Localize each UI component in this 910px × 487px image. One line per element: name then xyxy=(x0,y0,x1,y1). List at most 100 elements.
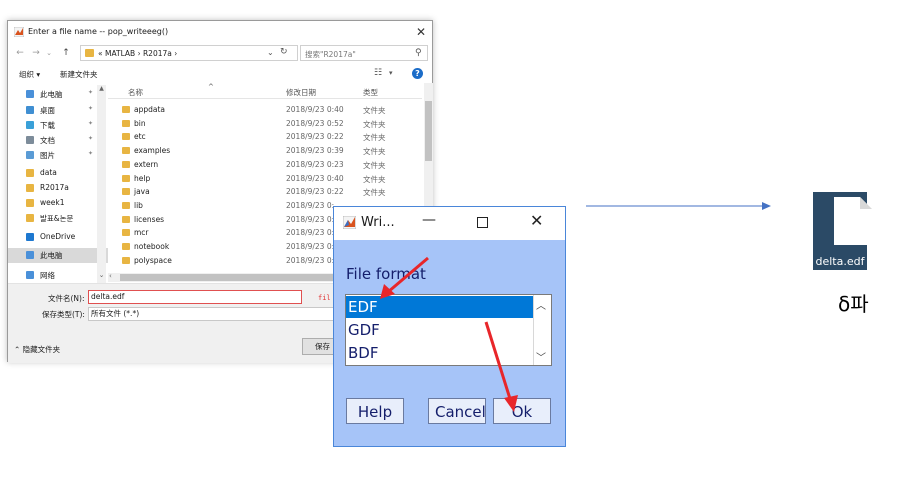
file-date: 2018/9/23 0: xyxy=(286,242,335,251)
matlab-icon xyxy=(14,27,24,37)
file-row[interactable]: help 2018/9/23 0:40 文件夹 xyxy=(108,172,422,186)
sidebar-item[interactable]: 下载 ✦ xyxy=(8,118,108,133)
close-icon[interactable]: ✕ xyxy=(413,24,429,40)
view-options-icon[interactable]: ☷ xyxy=(374,68,382,78)
folder-icon xyxy=(85,49,94,57)
close-icon[interactable]: ✕ xyxy=(530,211,543,230)
ok-button[interactable]: Ok xyxy=(493,398,551,424)
format-option-bdf[interactable]: BDF xyxy=(346,342,533,364)
filename-input[interactable]: delta.edf xyxy=(88,290,302,304)
sidebar-item[interactable]: OneDrive xyxy=(8,230,108,245)
file-row[interactable]: bin 2018/9/23 0:52 文件夹 xyxy=(108,117,422,131)
folder-icon xyxy=(122,133,130,141)
chevron-up-icon[interactable]: ︿ xyxy=(536,297,546,312)
file-name: examples xyxy=(134,146,171,156)
file-row[interactable]: examples 2018/9/23 0:39 文件夹 xyxy=(108,144,422,158)
sidebar-item[interactable]: data xyxy=(8,166,108,181)
format-option-edf[interactable]: EDF xyxy=(346,296,533,318)
sidebar-item[interactable]: 此电脑 ✦ xyxy=(8,87,108,102)
file-name: polyspace xyxy=(134,255,172,265)
sidebar-item[interactable]: 桌面 ✦ xyxy=(8,103,108,118)
write-format-dialog: Wri... — ✕ File format EDF GDF BDF ︿ ﹀ Hel… xyxy=(333,206,566,447)
breadcrumb[interactable]: « MATLAB › R2017a › xyxy=(98,49,177,58)
recent-dropdown-icon[interactable]: ⌄ xyxy=(43,47,55,59)
scroll-down-icon[interactable]: ⌄ xyxy=(97,271,106,279)
column-header-type[interactable]: 类型 xyxy=(363,87,378,98)
file-date: 2018/9/23 0:39 xyxy=(286,146,344,156)
help-icon[interactable]: ? xyxy=(412,68,423,79)
sidebar-item[interactable]: week1 xyxy=(8,196,108,211)
column-header-date[interactable]: 修改日期 xyxy=(286,87,316,98)
scroll-left-icon[interactable]: ‹ xyxy=(109,272,112,280)
folder-icon xyxy=(122,188,130,196)
sidebar-item-label: 발표&논문 xyxy=(40,214,74,223)
file-date: 2018/9/23 0:40 xyxy=(286,105,344,114)
file-name: mcr xyxy=(134,228,149,238)
forward-arrow-icon[interactable]: → xyxy=(30,47,42,59)
chevron-down-icon[interactable]: ﹀ xyxy=(536,349,546,364)
format-option-gdf[interactable]: GDF xyxy=(346,319,533,341)
sidebar-item[interactable]: 网络 xyxy=(8,268,108,283)
sidebar-item[interactable]: R2017a xyxy=(8,181,108,196)
organize-button[interactable]: 组织 ▾ xyxy=(19,69,40,80)
dialog-title-bar: Enter a file name -- pop_writeeeg() ✕ xyxy=(8,21,432,43)
help-button[interactable]: Help xyxy=(346,398,404,424)
result-file-name: delta.edf xyxy=(815,255,865,268)
new-folder-button[interactable]: 新建文件夹 xyxy=(60,69,98,80)
file-date: 2018/9/23 0:40 xyxy=(286,173,344,183)
navigation-pane: 此电脑 ✦ 桌面 ✦ 下载 ✦ 文档 ✦ 图片 ✦ data R2017a week1 발표&논문 OneD… xyxy=(8,83,108,283)
chevron-down-icon[interactable]: ▾ xyxy=(389,69,393,77)
sidebar-item[interactable]: 此电脑 xyxy=(8,248,108,263)
file-date: 2018/9/23 0:22 xyxy=(286,132,344,142)
folder-icon xyxy=(26,214,34,222)
navigation-bar: ← → ⌄ ↑ « MATLAB › R2017a › ⌄ ↻ 搜索"R2017… xyxy=(8,43,432,63)
refresh-icon[interactable]: ↻ xyxy=(280,47,288,57)
folder-icon xyxy=(122,215,130,223)
save-type-select[interactable]: 所有文件 (*.*) xyxy=(88,307,334,321)
file-row[interactable]: etc 2018/9/23 0:22 文件夹 xyxy=(108,130,422,144)
file-name: notebook xyxy=(134,242,170,251)
file-format-label: File format xyxy=(346,265,426,283)
up-arrow-icon[interactable]: ↑ xyxy=(60,47,72,59)
file-row[interactable]: extern 2018/9/23 0:23 文件夹 xyxy=(108,158,422,172)
file-name: licenses xyxy=(134,214,165,224)
address-bar[interactable]: « MATLAB › R2017a › ⌄ ↻ xyxy=(80,45,298,61)
cancel-button[interactable]: Cancel xyxy=(428,398,486,424)
folder-icon xyxy=(26,169,34,177)
file-name: help xyxy=(134,173,151,183)
file-type: 文件夹 xyxy=(363,160,386,170)
dialog-title: Enter a file name -- pop_writeeeg() xyxy=(28,27,169,36)
result-file-tile[interactable]: delta.edf xyxy=(813,192,872,270)
file-row[interactable]: appdata 2018/9/23 0:40 文件夹 xyxy=(108,103,422,117)
scroll-up-icon[interactable]: ▲ xyxy=(97,85,106,92)
filename-overflow-text: fil xyxy=(318,294,331,302)
sidebar-item-label: 图片 xyxy=(40,151,55,160)
maximize-icon[interactable] xyxy=(477,217,488,228)
hide-folders-toggle[interactable]: ⌃ 隐藏文件夹 xyxy=(14,344,60,355)
back-arrow-icon[interactable]: ← xyxy=(14,47,26,59)
folder-icon xyxy=(26,271,34,279)
sidebar-item[interactable]: 图片 ✦ xyxy=(8,148,108,163)
column-header-name[interactable]: 名称 xyxy=(128,87,143,98)
file-date: 2018/9/23 0: xyxy=(286,228,335,238)
sidebar-item-label: data xyxy=(40,168,57,177)
search-input[interactable]: 搜索"R2017a" ⚲ xyxy=(300,45,428,61)
document-file-icon xyxy=(834,197,872,245)
sidebar-item[interactable]: 발표&논문 xyxy=(8,211,108,226)
nav-scrollbar[interactable] xyxy=(97,85,106,285)
sidebar-item[interactable]: 文档 ✦ xyxy=(8,133,108,148)
file-date: 2018/9/23 0:22 xyxy=(286,187,344,197)
folder-icon xyxy=(26,233,34,241)
file-name: bin xyxy=(134,118,146,128)
scroll-thumb[interactable] xyxy=(120,274,350,281)
sidebar-item-label: 桌面 xyxy=(40,106,55,115)
folder-icon xyxy=(122,106,130,113)
file-row[interactable]: java 2018/9/23 0:22 文件夹 xyxy=(108,185,422,199)
minimize-icon[interactable]: — xyxy=(422,212,436,228)
file-format-listbox[interactable]: EDF GDF BDF ︿ ﹀ xyxy=(345,294,552,366)
search-placeholder: 搜索"R2017a" xyxy=(305,50,356,59)
chevron-down-icon[interactable]: ⌄ xyxy=(267,48,274,57)
scroll-thumb[interactable] xyxy=(425,101,432,161)
search-icon[interactable]: ⚲ xyxy=(415,48,422,58)
folder-icon xyxy=(122,201,130,209)
